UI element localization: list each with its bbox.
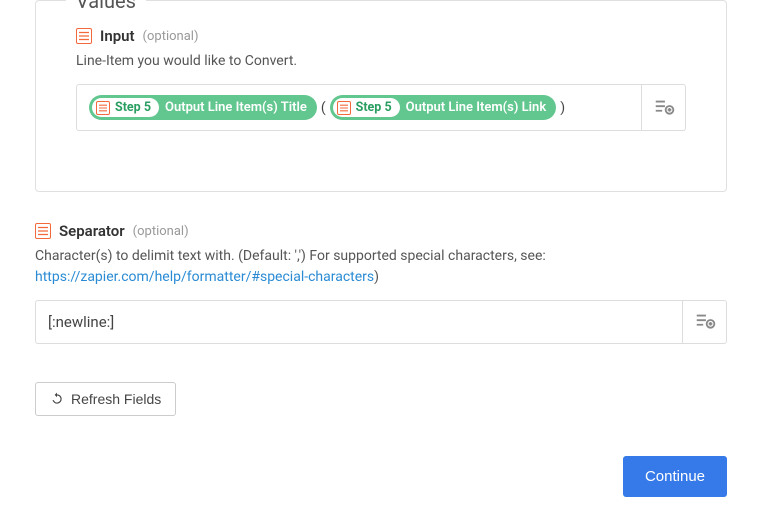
list-icon [35,223,51,239]
list-icon [96,101,110,115]
token-label: Output Line Item(s) Title [165,100,307,115]
token-label: Output Line Item(s) Link [406,100,547,115]
insert-data-button[interactable] [642,84,686,131]
list-icon [337,101,351,115]
refresh-fields-label: Refresh Fields [71,391,161,407]
separator-label: Separator [59,222,125,240]
input-label: Input [100,27,135,45]
close-paren: ) [556,100,569,116]
input-token[interactable]: Step 5 Output Line Item(s) Link [330,95,557,120]
open-paren: ( [317,100,330,116]
values-fieldset: Values Input (optional) Line-Item you wo… [35,0,727,192]
insert-data-button[interactable] [683,300,727,344]
input-field[interactable]: Step 5 Output Line Item(s) Title ( Step … [76,84,642,131]
token-step: Step 5 [356,100,392,115]
separator-description: Character(s) to delimit text with. (Defa… [35,246,727,288]
list-icon [76,28,92,44]
refresh-icon [50,392,64,406]
optional-label: (optional) [143,29,199,44]
optional-label: (optional) [133,224,189,239]
continue-button[interactable]: Continue [623,456,727,497]
special-characters-link[interactable]: https://zapier.com/help/formatter/#speci… [35,269,374,285]
separator-input[interactable]: [:newline:] [35,300,683,344]
fieldset-legend: Values [66,0,146,13]
input-field-section: Input (optional) Line-Item you would lik… [76,27,686,131]
token-step: Step 5 [115,100,151,115]
separator-field-section: Separator (optional) Character(s) to del… [35,222,727,344]
refresh-fields-button[interactable]: Refresh Fields [35,382,176,416]
separator-value: [:newline:] [48,313,114,331]
input-token[interactable]: Step 5 Output Line Item(s) Title [89,95,317,120]
input-description: Line-Item you would like to Convert. [76,51,686,72]
